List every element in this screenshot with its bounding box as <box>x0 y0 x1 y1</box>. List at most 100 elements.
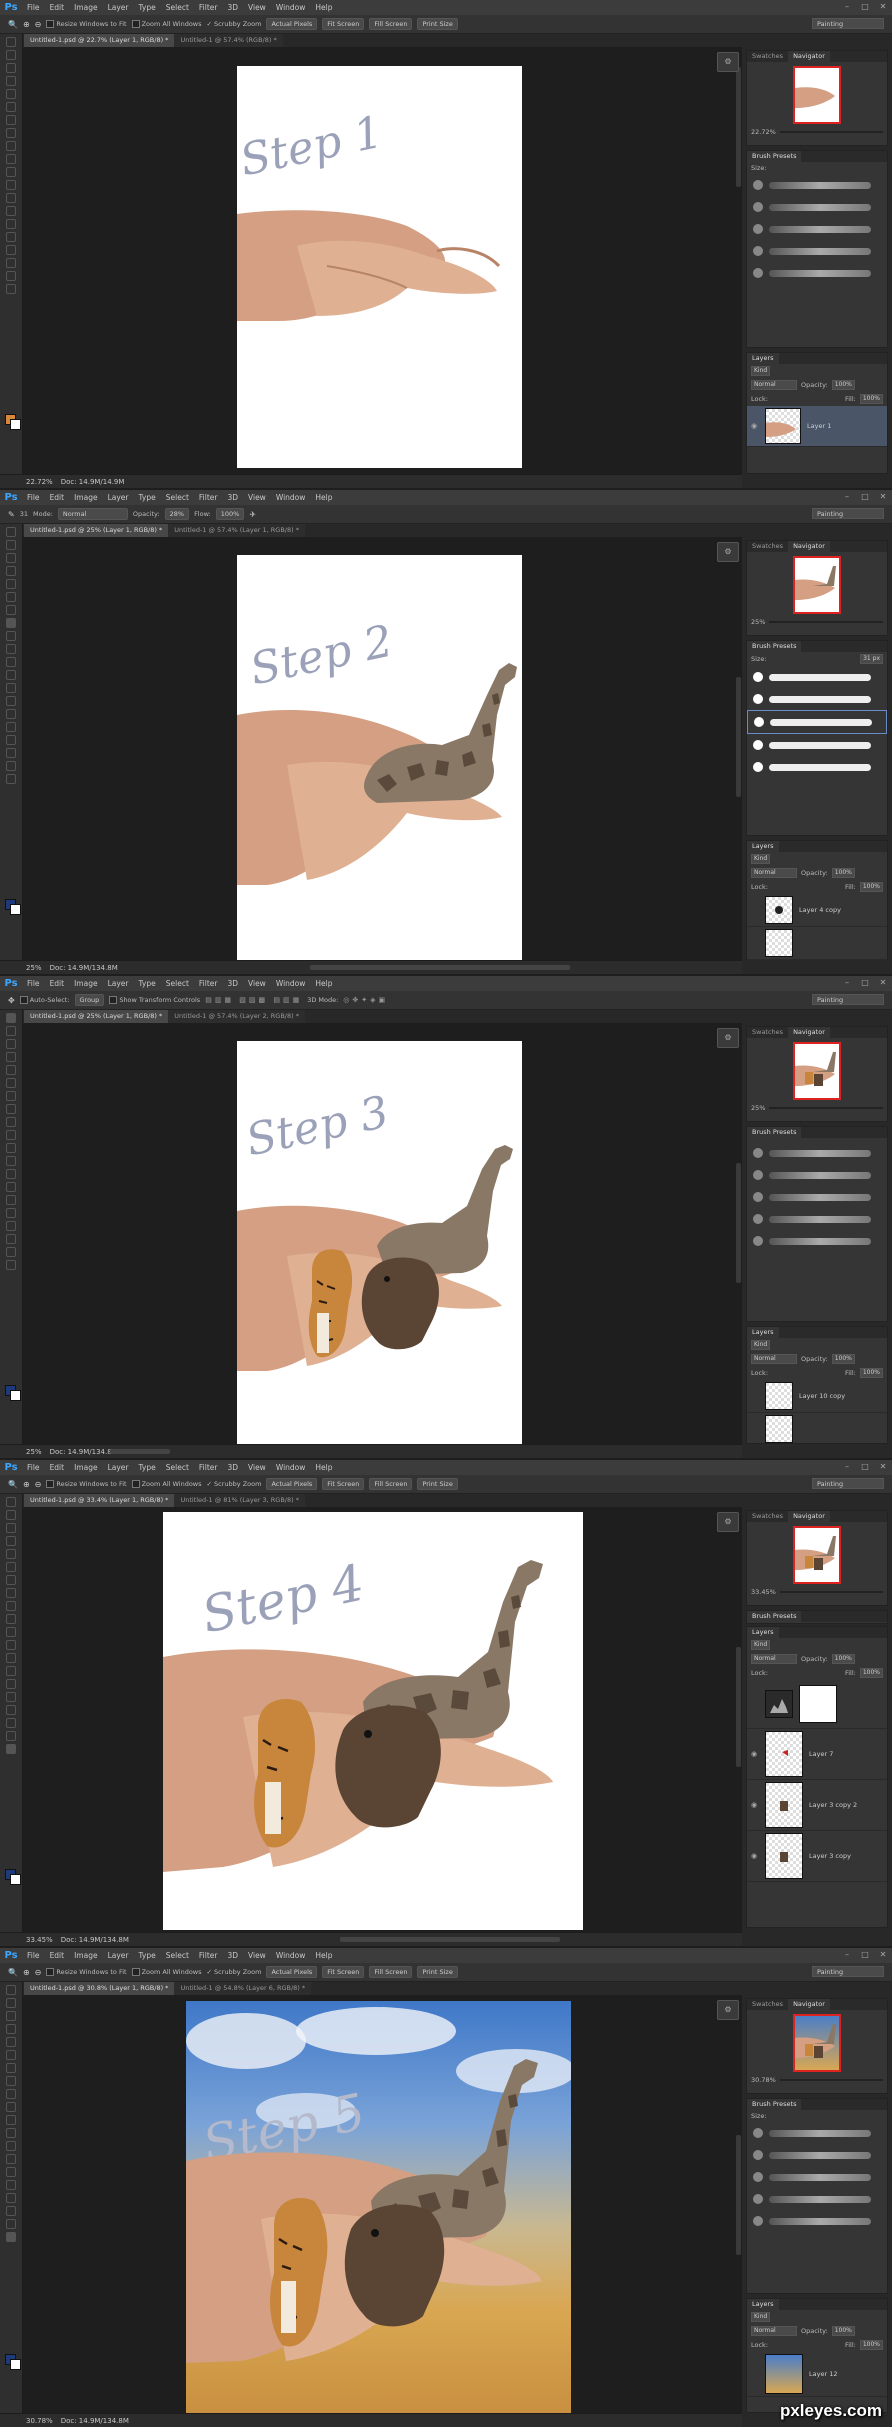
background-color[interactable] <box>10 419 21 430</box>
close-icon[interactable]: ✕ <box>878 492 888 501</box>
fit-screen-button[interactable]: Fit Screen <box>322 1478 365 1490</box>
opacity-field[interactable]: 100% <box>831 380 855 390</box>
canvas-area[interactable]: Step 1 <box>23 47 742 474</box>
type-tool-icon[interactable] <box>6 232 16 242</box>
zoom-tool-icon[interactable] <box>6 1744 16 1754</box>
layer-name[interactable]: Layer 3 copy 2 <box>809 1801 857 1809</box>
crop-tool-icon[interactable] <box>6 1549 16 1559</box>
workspace-select[interactable]: Painting <box>812 508 884 519</box>
kind-filter[interactable]: Kind <box>751 1640 771 1650</box>
layer-row[interactable]: ◉ Layer 1 <box>747 406 887 447</box>
doc-tab[interactable]: Untitled-1 @ 54.8% (Layer 6, RGB/8) * <box>174 1982 312 1995</box>
document-canvas[interactable]: Step 5 <box>186 2001 571 2413</box>
kind-filter[interactable]: Kind <box>751 1340 771 1350</box>
zoom-tool-icon[interactable]: 🔍 <box>8 1480 18 1489</box>
stamp-tool-icon[interactable] <box>6 141 16 151</box>
canvas-area[interactable]: Step 5 <box>23 1995 742 2413</box>
path-select-icon[interactable] <box>6 735 16 745</box>
pen-tool-icon[interactable] <box>6 1195 16 1205</box>
healing-tool-icon[interactable] <box>6 1575 16 1585</box>
minimize-icon[interactable]: – <box>842 2 852 11</box>
document-canvas[interactable]: Step 1 <box>237 66 522 468</box>
visibility-eye-icon[interactable]: ◉ <box>751 1852 759 1860</box>
marquee-tool-icon[interactable] <box>6 50 16 60</box>
horizontal-scrollbar[interactable] <box>310 965 570 970</box>
close-icon[interactable]: ✕ <box>878 978 888 987</box>
menu-layer[interactable]: Layer <box>103 1463 134 1472</box>
doc-tab[interactable]: Untitled-1 @ 57.4% (Layer 1, RGB/8) * <box>168 524 305 537</box>
tab-swatches[interactable]: Swatches <box>747 1027 788 1038</box>
menu-help[interactable]: Help <box>310 1463 337 1472</box>
panel-dock-icon[interactable]: ⚙ <box>717 542 739 562</box>
navigator-zoom[interactable]: 33.45% <box>751 1588 776 1596</box>
menu-filter[interactable]: Filter <box>194 1463 223 1472</box>
history-brush-icon[interactable] <box>6 154 16 164</box>
resize-windows-checkbox[interactable]: Resize Windows to Fit <box>46 20 127 28</box>
tab-swatches[interactable]: Swatches <box>747 1999 788 2010</box>
lasso-tool-icon[interactable] <box>6 553 16 563</box>
navigator-thumbnail[interactable] <box>793 556 841 614</box>
print-size-button[interactable]: Print Size <box>417 18 458 30</box>
hand-tool-icon[interactable] <box>6 1731 16 1741</box>
lasso-tool-icon[interactable] <box>6 63 16 73</box>
zoom-slider[interactable] <box>769 1107 883 1109</box>
move-tool-icon[interactable] <box>6 1013 16 1023</box>
history-brush-icon[interactable] <box>6 2102 16 2112</box>
doc-tab-active[interactable]: Untitled-1.psd @ 25% (Layer 1, RGB/8) * <box>24 1010 169 1023</box>
brush-size-field[interactable]: 31 px <box>860 654 883 664</box>
resize-windows-checkbox[interactable]: Resize Windows to Fit <box>46 1968 127 1976</box>
move-tool-icon[interactable] <box>6 1497 16 1507</box>
actual-pixels-button[interactable]: Actual Pixels <box>266 1966 318 1978</box>
quick-select-tool-icon[interactable] <box>6 2024 16 2034</box>
tab-navigator[interactable]: Navigator <box>788 1027 830 1038</box>
healing-tool-icon[interactable] <box>6 605 16 615</box>
menu-filter[interactable]: Filter <box>194 1951 223 1960</box>
quick-select-tool-icon[interactable] <box>6 566 16 576</box>
layer-name[interactable]: Layer 12 <box>809 2370 837 2378</box>
eyedropper-tool-icon[interactable] <box>6 2050 16 2060</box>
mode-select[interactable]: Normal <box>57 508 128 520</box>
maximize-icon[interactable]: □ <box>860 492 870 501</box>
healing-tool-icon[interactable] <box>6 115 16 125</box>
zoom-out-icon[interactable]: ⊖ <box>35 1968 42 1977</box>
navigator-thumbnail[interactable] <box>793 1526 841 1584</box>
navigator-thumbnail[interactable] <box>793 66 841 124</box>
blend-mode-select[interactable]: Normal <box>751 1354 797 1364</box>
healing-tool-icon[interactable] <box>6 2063 16 2073</box>
menu-filter[interactable]: Filter <box>194 979 223 988</box>
menu-help[interactable]: Help <box>310 979 337 988</box>
menu-view[interactable]: View <box>243 493 271 502</box>
quick-select-tool-icon[interactable] <box>6 76 16 86</box>
brush-preset[interactable] <box>747 688 887 710</box>
menu-window[interactable]: Window <box>271 1463 311 1472</box>
brush-tool-icon[interactable] <box>6 2076 16 2086</box>
tab-brush-presets[interactable]: Brush Presets <box>747 1127 802 1138</box>
brush-preset[interactable] <box>747 174 887 196</box>
menu-image[interactable]: Image <box>69 3 103 12</box>
menu-3d[interactable]: 3D <box>222 3 243 12</box>
brush-preset[interactable] <box>747 2210 887 2232</box>
canvas-area[interactable]: Step 4 <box>23 1507 742 1932</box>
maximize-icon[interactable]: □ <box>860 1462 870 1471</box>
brush-preset[interactable] <box>747 2166 887 2188</box>
fill-screen-button[interactable]: Fill Screen <box>369 1478 413 1490</box>
shape-tool-icon[interactable] <box>6 1234 16 1244</box>
menu-view[interactable]: View <box>243 1463 271 1472</box>
menu-window[interactable]: Window <box>271 979 311 988</box>
layer-name[interactable]: Layer 4 copy <box>799 906 841 914</box>
close-icon[interactable]: ✕ <box>878 1950 888 1959</box>
menu-image[interactable]: Image <box>69 979 103 988</box>
shape-tool-icon[interactable] <box>6 2206 16 2216</box>
fill-screen-button[interactable]: Fill Screen <box>369 18 413 30</box>
brush-preset[interactable] <box>747 240 887 262</box>
workspace-select[interactable]: Painting <box>812 1966 884 1977</box>
pen-tool-icon[interactable] <box>6 709 16 719</box>
document-canvas[interactable]: Step 4 <box>163 1512 583 1930</box>
blur-tool-icon[interactable] <box>6 2141 16 2151</box>
vertical-scrollbar[interactable] <box>736 2135 741 2255</box>
menu-select[interactable]: Select <box>161 979 194 988</box>
group-select[interactable]: Group <box>74 994 105 1006</box>
shape-tool-icon[interactable] <box>6 1718 16 1728</box>
brush-preset[interactable] <box>747 262 887 284</box>
doc-tab-active[interactable]: Untitled-1.psd @ 22.7% (Layer 1, RGB/8) … <box>24 34 175 47</box>
